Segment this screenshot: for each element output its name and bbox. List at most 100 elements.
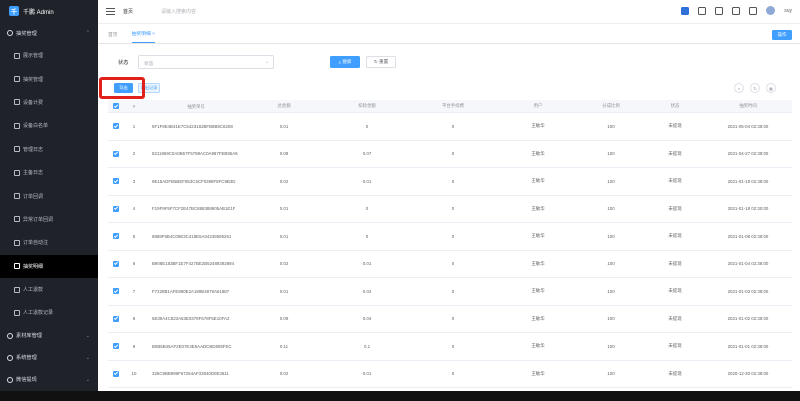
row-checkbox[interactable] [108, 150, 124, 157]
breadcrumb[interactable]: 首页 [123, 8, 133, 15]
table-row[interactable]: 5 8888F6B4C09E3C418E5A04238595261 0.01 0 0 王敏… [108, 223, 792, 251]
refresh-icon[interactable]: ↻ [750, 83, 760, 93]
app-logo[interactable]: 千 千鹏 Admin [0, 0, 98, 22]
cell-user: 王敏华 [531, 288, 545, 294]
sidebar-item[interactable]: 设备白名单 [0, 114, 98, 137]
menu-group-wechat-withdraw[interactable]: 微信提现 ⌄ [0, 369, 98, 391]
sidebar-item[interactable]: 展示管理 [0, 44, 98, 67]
sidebar-item-label: 订单自动注 [23, 240, 49, 247]
toolbar-icons: suy [681, 6, 792, 15]
sidebar-item[interactable]: 主备日志 [0, 161, 98, 184]
table-row[interactable]: 4 F19F9F5F7CF2E47BC888388905AB1E1F 0.01 0 0 王… [108, 196, 792, 223]
checkbox-icon [113, 205, 119, 212]
cell-index: 10 [131, 371, 137, 377]
filter-bar: 状态 状态 ⌄ ⌕ 搜索 ↻ 重置 [98, 55, 800, 71]
select-all-checkbox[interactable] [108, 103, 124, 109]
cell-status: 未提现 [668, 315, 682, 321]
sidebar-item[interactable]: 抽奖明细 [0, 254, 98, 278]
checkbox-icon [113, 233, 119, 240]
print-icon[interactable] [715, 6, 724, 15]
cell-total: 0.01 [279, 233, 289, 239]
row-checkbox[interactable] [108, 260, 124, 267]
cell-platform-fee: 0 [451, 371, 455, 377]
row-checkbox[interactable] [108, 123, 124, 130]
sidebar-item[interactable]: 人工退款 [0, 278, 98, 301]
lottery-table: # 抽奖单号 总金额 扣除金额 平台手续费 用户 分成比例 状态 抽奖时间 1 5… [108, 100, 792, 388]
chevron-up-icon: ⌃ [85, 30, 90, 36]
row-checkbox[interactable] [108, 315, 124, 322]
app-icon[interactable] [681, 6, 690, 15]
tabs-menu-button[interactable]: 操作 [772, 30, 792, 40]
table-row[interactable]: 9 B0B5B45AF2E07E4E6AADCBD805FEC 0.11 0.1 0 王敏… [108, 333, 792, 361]
menu-item-icon [14, 286, 20, 293]
cell-deduct: 0 [365, 123, 369, 129]
table-row[interactable]: 7 F7228B1AFE890E2A189B4876A61887 0.01 0.02 0… [108, 278, 792, 306]
menu-item-icon [14, 52, 20, 59]
row-checkbox[interactable] [108, 205, 124, 212]
cell-order-no: 325C9BB999F67264AF32840D0E3611 [152, 371, 229, 377]
checkbox-icon [113, 150, 119, 157]
cell-index: 6 [132, 261, 136, 267]
menu-toggle-icon[interactable] [106, 8, 115, 15]
cell-platform-fee: 0 [451, 123, 455, 129]
col-index: # [132, 103, 136, 109]
cell-platform-fee: 0 [451, 261, 455, 267]
cell-status: 未提现 [668, 288, 682, 294]
reset-button[interactable]: ↻ 重置 [366, 56, 396, 68]
chevron-down-icon: ⌄ [85, 376, 90, 383]
table-row[interactable]: 2 8211969C0A0B67F5798AC0A987FEB95A8 0.08 0.… [108, 141, 792, 168]
cell-status: 未提现 [668, 150, 682, 156]
sidebar-item-label: 主备日志 [23, 170, 44, 177]
menu-group-materials[interactable]: 素材库管理 ⌄ [0, 325, 98, 347]
cell-time: 2021-01-08 02:38:00 [727, 233, 769, 239]
cell-time: 2021-05-04 02:38:00 [727, 123, 769, 129]
sidebar-item[interactable]: 管理日志 [0, 138, 98, 161]
username[interactable]: suy [784, 8, 792, 14]
cell-order-no: 5F1F9E4B41E7C5423182BFB8B9C8208 [152, 123, 233, 129]
lottery-icon [7, 30, 13, 36]
menu-group-system[interactable]: 系统管理 ⌄ [0, 347, 98, 369]
fullscreen-icon[interactable] [749, 6, 758, 15]
cell-rate: 100 [607, 178, 615, 184]
search-button[interactable]: ⌕ 搜索 [330, 56, 360, 68]
row-checkbox[interactable] [108, 288, 124, 295]
cell-status: 未提现 [668, 233, 682, 239]
table-row[interactable]: 3 9E15ADFB5BEF853C5CF0399F8FC9B3D 0.02 0.01… [108, 168, 792, 196]
tab-home[interactable]: 首页 [108, 31, 118, 43]
table-row[interactable]: 10 325C9BB999F67264AF32840D0E3611 0.02 0.01… [108, 361, 792, 388]
row-checkbox[interactable] [108, 343, 124, 350]
col-user: 用户 [533, 103, 543, 108]
checkbox-icon [113, 315, 119, 322]
main-content: 首页 请输入搜索内容 suy 首页 抽奖明细 × 操作 状态 状态 ⌄ ⌕ 搜索… [98, 0, 800, 391]
menu-item-icon [14, 309, 20, 316]
sidebar-item[interactable]: 抽奖管理 [0, 67, 98, 90]
columns-icon[interactable]: ▦ [766, 83, 776, 93]
sidebar-item[interactable]: 设备计费 [0, 91, 98, 114]
cell-total: 0.09 [279, 316, 289, 322]
table-row[interactable]: 8 5E39A4C823A53E0379F678F5E10FA2 0.09 0.04 0… [108, 306, 792, 333]
menu-group-lottery[interactable]: 抽奖管理 ⌃ [0, 22, 98, 44]
row-checkbox[interactable] [108, 178, 124, 185]
header-search-input[interactable]: 请输入搜索内容 [161, 8, 196, 15]
tab-lottery-detail[interactable]: 抽奖明细 × [131, 30, 155, 43]
cell-time: 2021-01-02 02:38:00 [727, 316, 769, 322]
sidebar-item[interactable]: 人工退款记录 [0, 301, 98, 324]
cell-total: 0.08 [279, 151, 289, 157]
lock-icon[interactable] [732, 6, 741, 15]
row-checkbox[interactable] [108, 370, 124, 377]
logo-icon: 千 [9, 6, 19, 16]
sidebar-item[interactable]: 订单回调 [0, 184, 98, 207]
table-row[interactable]: 6 B908E183BF1E7F427BE2B52489392894 0.02 0.0… [108, 251, 792, 278]
table-row[interactable]: 1 5F1F9E4B41E7C5423182BFB8B9C8208 0.01 0 0 王敏… [108, 113, 792, 141]
cell-platform-fee: 0 [451, 206, 455, 212]
document-icon[interactable] [698, 6, 707, 15]
status-placeholder: 状态 [144, 62, 154, 67]
cell-user: 王敏华 [531, 370, 545, 376]
avatar[interactable] [766, 6, 776, 15]
cell-status: 未提现 [668, 178, 682, 184]
search-toggle-icon[interactable]: ⌕ [734, 83, 744, 93]
sidebar-item[interactable]: 订单自动注 [0, 231, 98, 254]
sidebar-item[interactable]: 异常订单回调 [0, 208, 98, 231]
status-select[interactable]: 状态 ⌄ [138, 55, 274, 69]
row-checkbox[interactable] [108, 233, 124, 240]
